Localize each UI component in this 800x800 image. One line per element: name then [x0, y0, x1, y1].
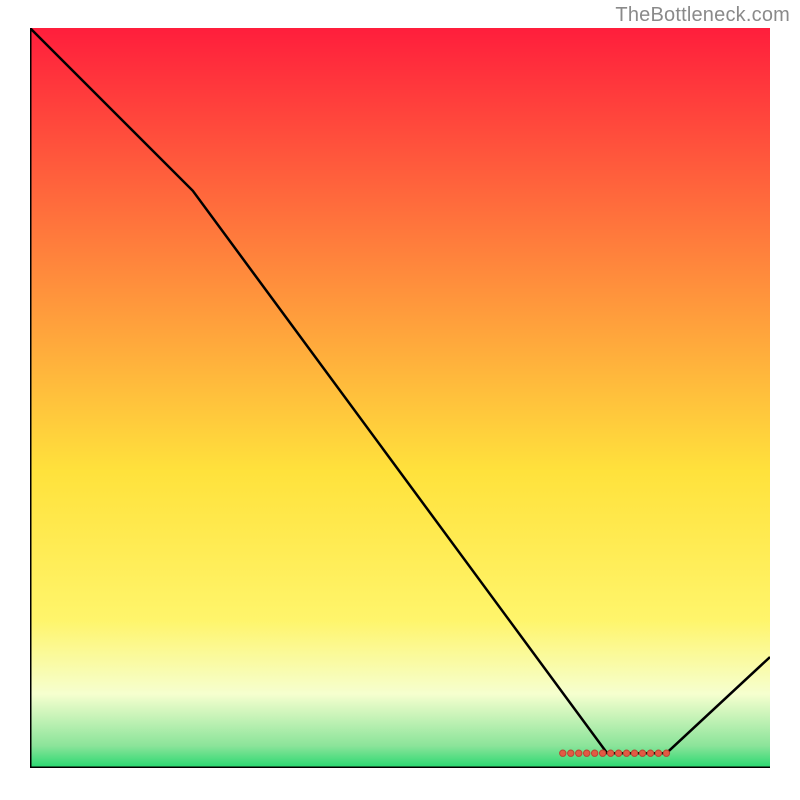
marker-dot — [599, 750, 605, 756]
marker-dot — [591, 750, 597, 756]
marker-dot — [639, 750, 645, 756]
marker-dot — [655, 750, 661, 756]
marker-dot — [663, 750, 669, 756]
marker-dot — [647, 750, 653, 756]
marker-dot — [623, 750, 629, 756]
chart-container: TheBottleneck.com — [0, 0, 800, 800]
marker-dot — [576, 750, 582, 756]
marker-dot — [568, 750, 574, 756]
marker-dot — [631, 750, 637, 756]
watermark-text: TheBottleneck.com — [615, 4, 790, 27]
marker-dot — [615, 750, 621, 756]
marker-dot — [607, 750, 613, 756]
marker-dot — [584, 750, 590, 756]
bottleneck-chart — [30, 28, 770, 768]
marker-dot — [560, 750, 566, 756]
